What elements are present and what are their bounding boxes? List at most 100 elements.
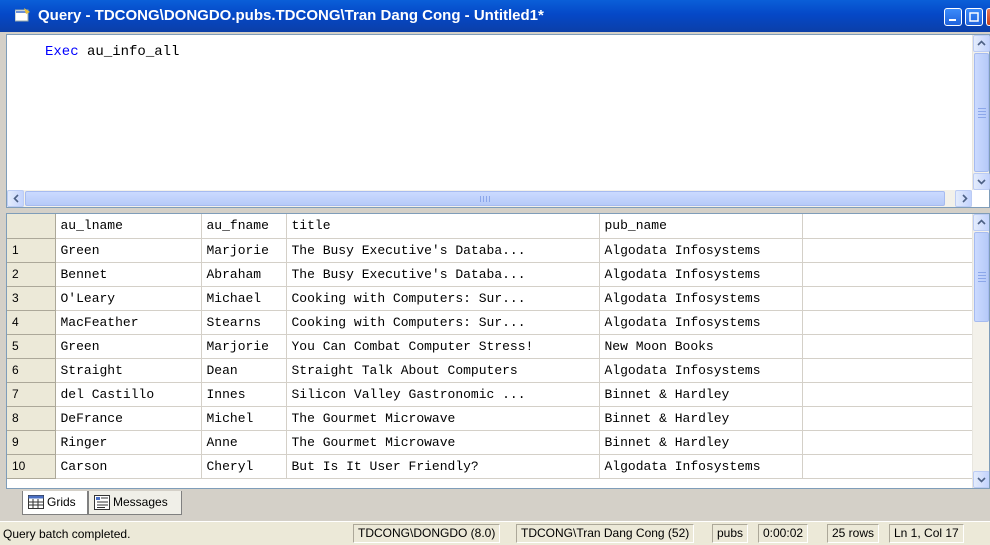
table-cell[interactable]: Binnet & Hardley [599, 382, 803, 407]
maximize-button[interactable] [965, 8, 983, 26]
editor-horizontal-scrollbar[interactable] [7, 190, 972, 207]
grid-corner[interactable] [7, 214, 56, 239]
status-database: pubs [712, 524, 749, 543]
minimize-button[interactable] [944, 8, 962, 26]
table-row[interactable]: 1 Green Marjorie The Busy Executive's Datab… [7, 238, 973, 263]
table-row[interactable]: 7 del Castillo Innes Silicon Valley Gastron… [7, 382, 973, 407]
status-server: TDCONG\DONGDO (8.0) [353, 524, 501, 543]
query-editor[interactable]: Exec au_info_all [6, 34, 990, 208]
column-header[interactable]: au_fname [201, 214, 287, 239]
table-cell[interactable]: Green [55, 334, 202, 359]
table-cell[interactable]: Binnet & Hardley [599, 406, 803, 431]
table-cell[interactable]: Algodata Infosystems [599, 286, 803, 311]
procedure-name: au_info_all [78, 44, 180, 60]
table-cell[interactable]: Cheryl [201, 454, 287, 479]
table-cell[interactable]: Marjorie [201, 334, 287, 359]
table-cell[interactable]: Silicon Valley Gastronomic ... [286, 382, 600, 407]
grid-vscroll-thumb[interactable] [974, 232, 989, 322]
empty-cell [802, 430, 973, 455]
tab-messages[interactable]: Messages [88, 491, 182, 515]
row-number[interactable]: 2 [7, 262, 56, 287]
table-cell[interactable]: The Gourmet Microwave [286, 406, 600, 431]
table-row[interactable]: 3 O'Leary Michael Cooking with Computers: S… [7, 286, 973, 311]
scroll-up-button[interactable] [973, 35, 990, 52]
table-cell[interactable]: Carson [55, 454, 202, 479]
table-cell[interactable]: Dean [201, 358, 287, 383]
table-cell[interactable]: Green [55, 238, 202, 263]
row-number[interactable]: 10 [7, 454, 56, 479]
table-row[interactable]: 6 Straight Dean Straight Talk About Compute… [7, 358, 973, 383]
table-cell[interactable]: Michel [201, 406, 287, 431]
table-cell[interactable]: Algodata Infosystems [599, 262, 803, 287]
table-cell[interactable]: Michael [201, 286, 287, 311]
editor-vscroll-thumb[interactable] [974, 53, 989, 172]
column-header[interactable]: au_lname [55, 214, 202, 239]
table-row[interactable]: 5 Green Marjorie You Can Combat Computer St… [7, 334, 973, 359]
tab-grids[interactable]: Grids [22, 491, 88, 515]
table-cell[interactable]: O'Leary [55, 286, 202, 311]
row-number[interactable]: 4 [7, 310, 56, 335]
table-cell[interactable]: The Busy Executive's Databa... [286, 262, 600, 287]
table-cell[interactable]: Binnet & Hardley [599, 430, 803, 455]
table-row[interactable]: 9 Ringer Anne The Gourmet Microwave Binnet &… [7, 430, 973, 455]
title-bar[interactable]: Query - TDCONG\DONGDO.pubs.TDCONG\Tran D… [0, 0, 990, 32]
query-window-icon [14, 8, 31, 22]
table-cell[interactable]: Stearns [201, 310, 287, 335]
row-number[interactable]: 3 [7, 286, 56, 311]
row-number[interactable]: 1 [7, 238, 56, 263]
row-number[interactable]: 5 [7, 334, 56, 359]
table-row[interactable]: 10 Carson Cheryl But Is It User Friendly? Al… [7, 454, 973, 479]
table-cell[interactable]: Cooking with Computers: Sur... [286, 286, 600, 311]
table-cell[interactable]: Cooking with Computers: Sur... [286, 310, 600, 335]
results-grid[interactable]: au_lname au_fname title pub_name 1 Green M… [6, 213, 990, 489]
exec-keyword: Exec [45, 44, 79, 60]
editor-hscroll-thumb[interactable] [25, 191, 945, 206]
table-row[interactable]: 8 DeFrance Michel The Gourmet Microwave Binn… [7, 406, 973, 431]
close-button[interactable] [986, 8, 990, 26]
empty-cell [802, 358, 973, 383]
grid-scroll-down-button[interactable] [973, 471, 989, 488]
table-cell[interactable]: Bennet [55, 262, 202, 287]
table-cell[interactable]: Innes [201, 382, 287, 407]
table-cell[interactable]: Algodata Infosystems [599, 238, 803, 263]
empty-cell [802, 262, 973, 287]
table-row[interactable]: 2 Bennet Abraham The Busy Executive's Datab… [7, 262, 973, 287]
row-number[interactable]: 9 [7, 430, 56, 455]
table-cell[interactable]: Algodata Infosystems [599, 358, 803, 383]
table-cell[interactable]: The Busy Executive's Databa... [286, 238, 600, 263]
messages-icon [94, 495, 110, 510]
scroll-right-button[interactable] [955, 190, 972, 207]
row-number[interactable]: 6 [7, 358, 56, 383]
table-cell[interactable]: Straight Talk About Computers [286, 358, 600, 383]
empty-cell [802, 286, 973, 311]
results-table[interactable]: au_lname au_fname title pub_name 1 Green M… [7, 214, 973, 479]
row-number[interactable]: 8 [7, 406, 56, 431]
table-cell[interactable]: Algodata Infosystems [599, 454, 803, 479]
grid-scroll-up-button[interactable] [973, 214, 989, 231]
table-row[interactable]: 4 MacFeather Stearns Cooking with Computers… [7, 310, 973, 335]
table-cell[interactable]: You Can Combat Computer Stress! [286, 334, 600, 359]
table-cell[interactable]: Straight [55, 358, 202, 383]
table-cell[interactable]: Ringer [55, 430, 202, 455]
table-cell[interactable]: Abraham [201, 262, 287, 287]
table-cell[interactable]: New Moon Books [599, 334, 803, 359]
status-cursor-position: Ln 1, Col 17 [889, 524, 964, 543]
scroll-down-button[interactable] [973, 173, 990, 190]
table-cell[interactable]: Anne [201, 430, 287, 455]
table-cell[interactable]: The Gourmet Microwave [286, 430, 600, 455]
grid-vertical-scrollbar[interactable] [972, 214, 989, 488]
editor-vertical-scrollbar[interactable] [972, 35, 990, 190]
table-cell[interactable]: Marjorie [201, 238, 287, 263]
scroll-left-button[interactable] [7, 190, 24, 207]
query-text[interactable]: Exec au_info_all [45, 44, 179, 60]
status-bar: Query batch completed. TDCONG\DONGDO (8.… [0, 521, 990, 545]
table-cell[interactable]: MacFeather [55, 310, 202, 335]
tab-grids-label: Grids [47, 495, 76, 509]
table-cell[interactable]: Algodata Infosystems [599, 310, 803, 335]
table-cell[interactable]: del Castillo [55, 382, 202, 407]
table-cell[interactable]: DeFrance [55, 406, 202, 431]
column-header[interactable]: title [286, 214, 600, 239]
table-cell[interactable]: But Is It User Friendly? [286, 454, 600, 479]
column-header[interactable]: pub_name [599, 214, 803, 239]
row-number[interactable]: 7 [7, 382, 56, 407]
